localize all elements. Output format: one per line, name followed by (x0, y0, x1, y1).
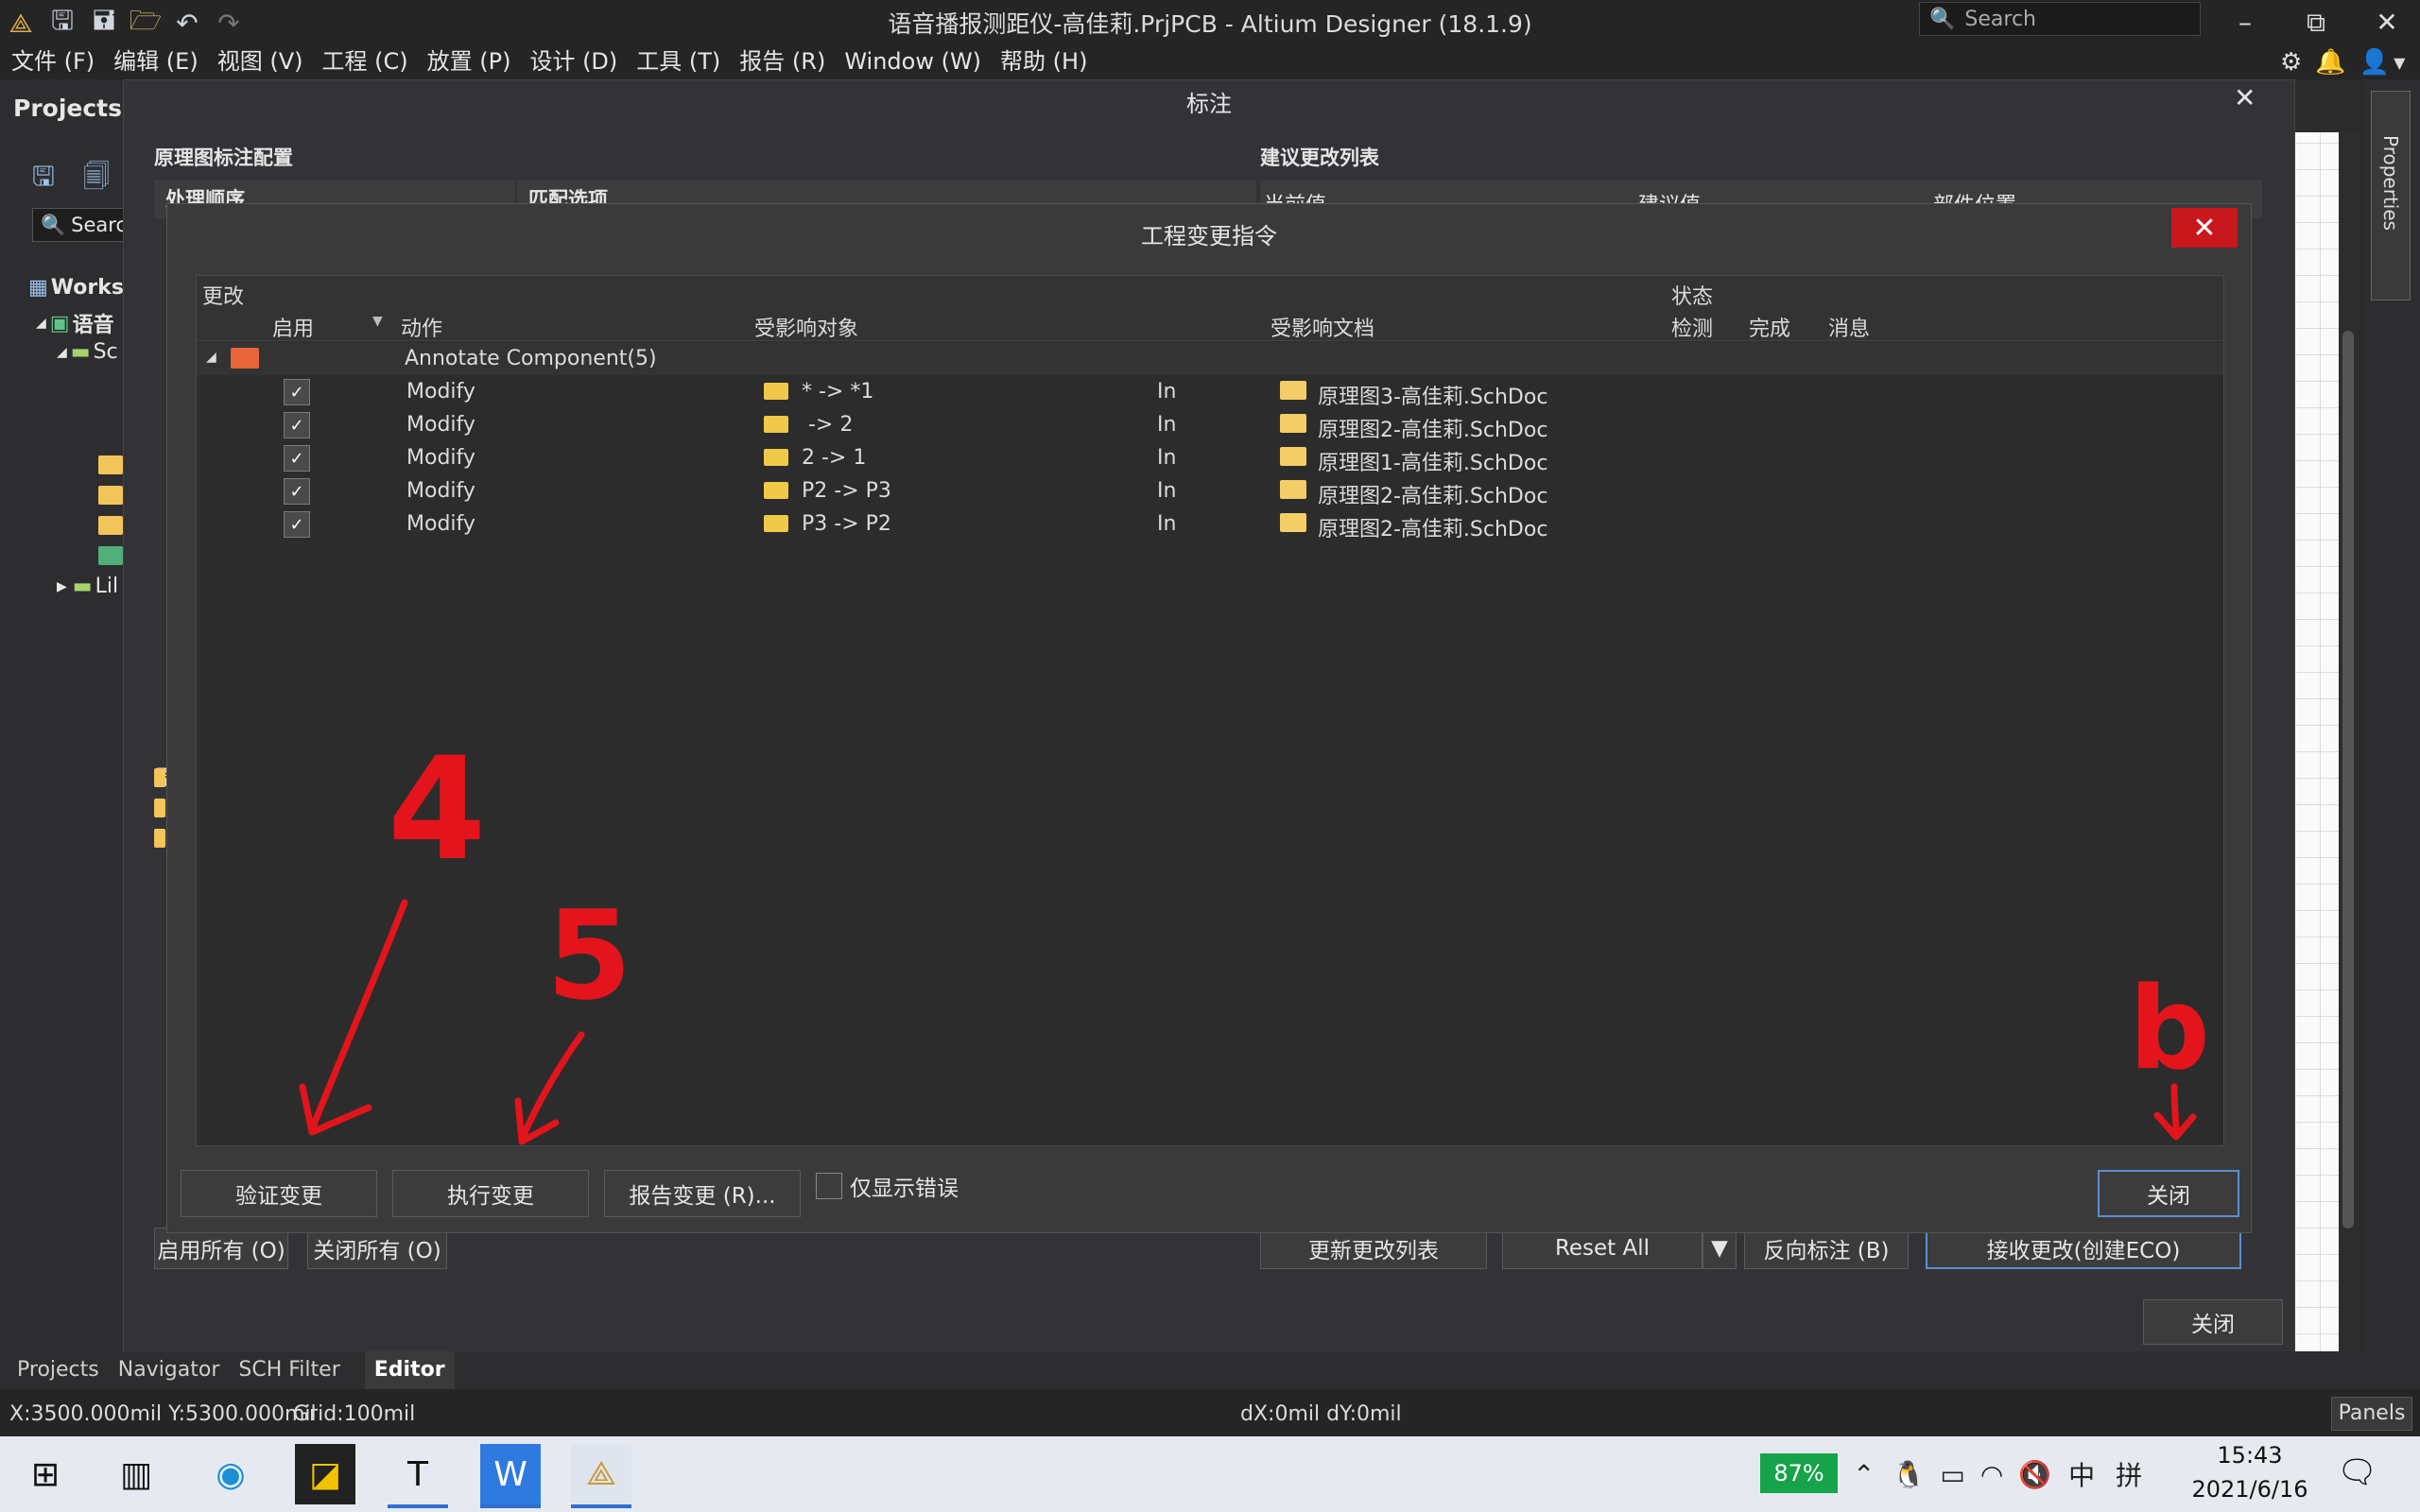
notification-icon[interactable]: 🗨 (2337, 1453, 2377, 1491)
bottom-tabs: Projects Navigator SCH Filter Editor (0, 1351, 2420, 1389)
typora-icon[interactable]: T (388, 1444, 448, 1508)
battery-indicator[interactable]: 87% (1760, 1453, 1838, 1493)
panels-button[interactable]: Panels (2331, 1397, 2412, 1431)
status-bar: X:3500.000mil Y:5300.000mil Grid:100mil … (0, 1389, 2420, 1436)
status-delta: dX:0mil dY:0mil (1240, 1402, 1402, 1426)
bottom-tab[interactable]: SCH Filter (229, 1351, 349, 1389)
volume-muted-icon[interactable]: 🔇 (2018, 1459, 2051, 1490)
wifi-icon[interactable]: ◠ (1980, 1459, 2003, 1490)
edge-browser-icon[interactable]: ◉ (200, 1444, 261, 1504)
battery-icon[interactable]: ▭ (1940, 1459, 1964, 1490)
altium-taskbar-icon[interactable]: ⟁ (571, 1444, 631, 1508)
bottom-tab[interactable]: Editor (364, 1351, 455, 1389)
sticky-notes-icon[interactable]: ◪ (295, 1444, 355, 1504)
bottom-tab[interactable]: Navigator (109, 1351, 230, 1389)
ime-pinyin[interactable]: 拼 (2116, 1455, 2142, 1493)
wps-writer-icon[interactable]: W (480, 1444, 541, 1508)
qq-icon[interactable]: 🐧 (1892, 1459, 1925, 1490)
chevron-up-icon[interactable]: ⌃ (1853, 1459, 1875, 1490)
windows-start-icon[interactable]: ⊞ (15, 1444, 76, 1504)
task-view-icon[interactable]: ▥ (106, 1444, 166, 1504)
clock-date[interactable]: 2021/6/16 (2186, 1476, 2314, 1503)
annotation-arrows (299, 899, 2197, 1145)
ime-chinese[interactable]: 中 (2068, 1455, 2095, 1493)
clock-time[interactable]: 15:43 (2193, 1442, 2307, 1469)
bottom-tab[interactable]: Projects (8, 1351, 109, 1389)
status-grid: Grid:100mil (293, 1402, 416, 1426)
taskbar: ⊞ ▥ ◉ ◪ T W ⟁ 87% ⌃ 🐧 ▭ ◠ 🔇 中 拼 15:43 20… (0, 1436, 2420, 1512)
status-coords: X:3500.000mil Y:5300.000mil (9, 1402, 317, 1426)
